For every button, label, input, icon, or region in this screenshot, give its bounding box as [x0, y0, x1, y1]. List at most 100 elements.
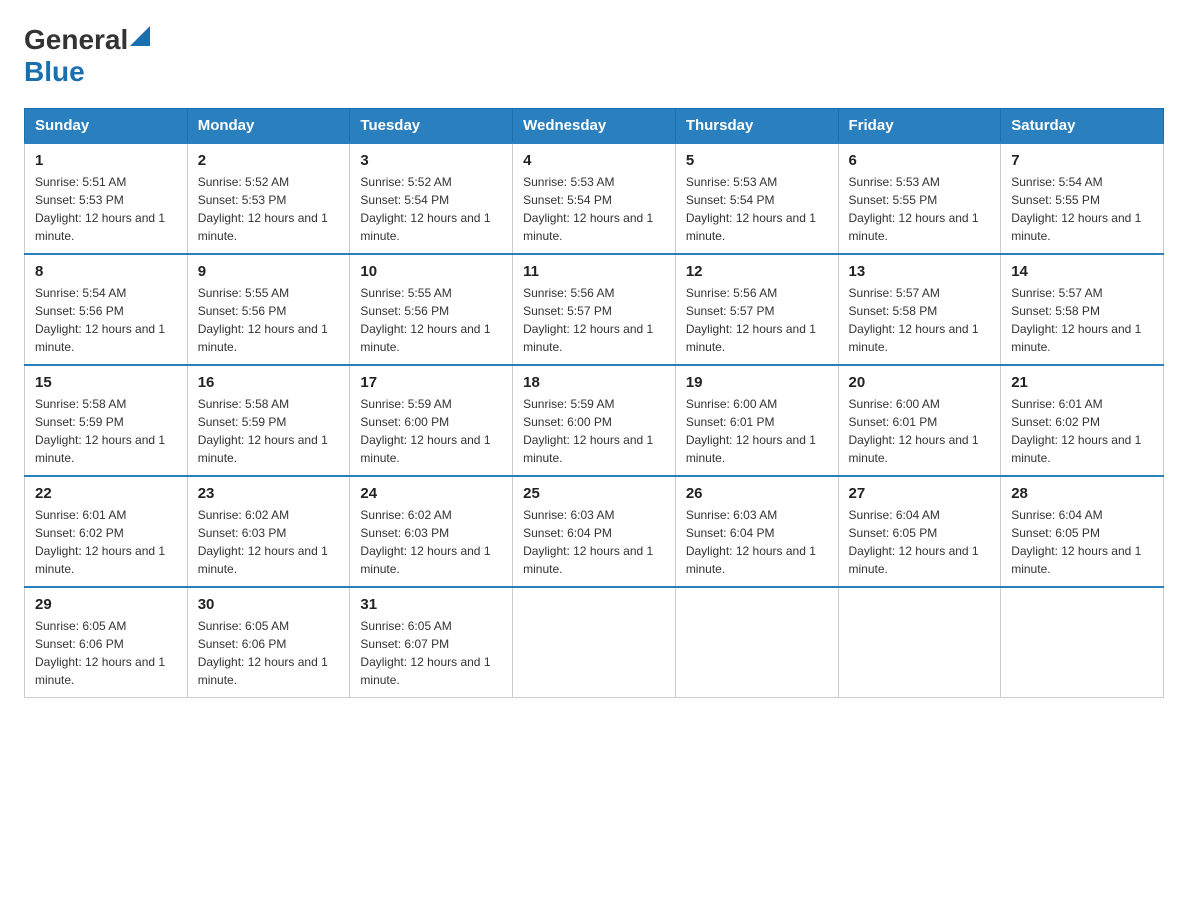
- logo-general-text: General: [24, 24, 128, 56]
- day-number: 15: [35, 374, 177, 391]
- day-info: Sunrise: 6:02 AMSunset: 6:03 PMDaylight:…: [198, 508, 328, 576]
- day-info: Sunrise: 5:55 AMSunset: 5:56 PMDaylight:…: [360, 286, 490, 354]
- day-number: 11: [523, 263, 665, 280]
- day-number: 10: [360, 263, 502, 280]
- day-number: 30: [198, 596, 340, 613]
- calendar-cell: 23 Sunrise: 6:02 AMSunset: 6:03 PMDaylig…: [187, 476, 350, 587]
- week-row-2: 8 Sunrise: 5:54 AMSunset: 5:56 PMDayligh…: [25, 254, 1164, 365]
- day-info: Sunrise: 6:04 AMSunset: 6:05 PMDaylight:…: [849, 508, 979, 576]
- calendar-cell: 19 Sunrise: 6:00 AMSunset: 6:01 PMDaylig…: [675, 365, 838, 476]
- calendar-cell: 1 Sunrise: 5:51 AMSunset: 5:53 PMDayligh…: [25, 143, 188, 254]
- page-header: General Blue: [24, 24, 1164, 88]
- day-number: 13: [849, 263, 991, 280]
- calendar-cell: 24 Sunrise: 6:02 AMSunset: 6:03 PMDaylig…: [350, 476, 513, 587]
- day-info: Sunrise: 6:05 AMSunset: 6:06 PMDaylight:…: [35, 619, 165, 687]
- header-thursday: Thursday: [675, 109, 838, 144]
- header-friday: Friday: [838, 109, 1001, 144]
- day-number: 12: [686, 263, 828, 280]
- calendar-cell: 4 Sunrise: 5:53 AMSunset: 5:54 PMDayligh…: [513, 143, 676, 254]
- calendar-cell: 14 Sunrise: 5:57 AMSunset: 5:58 PMDaylig…: [1001, 254, 1164, 365]
- calendar-table: SundayMondayTuesdayWednesdayThursdayFrid…: [24, 108, 1164, 698]
- header-sunday: Sunday: [25, 109, 188, 144]
- day-number: 26: [686, 485, 828, 502]
- day-info: Sunrise: 5:55 AMSunset: 5:56 PMDaylight:…: [198, 286, 328, 354]
- week-row-1: 1 Sunrise: 5:51 AMSunset: 5:53 PMDayligh…: [25, 143, 1164, 254]
- day-number: 29: [35, 596, 177, 613]
- calendar-cell: 13 Sunrise: 5:57 AMSunset: 5:58 PMDaylig…: [838, 254, 1001, 365]
- day-number: 16: [198, 374, 340, 391]
- calendar-cell: [838, 587, 1001, 698]
- day-info: Sunrise: 5:58 AMSunset: 5:59 PMDaylight:…: [198, 397, 328, 465]
- calendar-cell: [675, 587, 838, 698]
- calendar-cell: 21 Sunrise: 6:01 AMSunset: 6:02 PMDaylig…: [1001, 365, 1164, 476]
- calendar-cell: 27 Sunrise: 6:04 AMSunset: 6:05 PMDaylig…: [838, 476, 1001, 587]
- day-info: Sunrise: 6:05 AMSunset: 6:07 PMDaylight:…: [360, 619, 490, 687]
- day-info: Sunrise: 6:00 AMSunset: 6:01 PMDaylight:…: [686, 397, 816, 465]
- calendar-cell: 11 Sunrise: 5:56 AMSunset: 5:57 PMDaylig…: [513, 254, 676, 365]
- day-info: Sunrise: 6:05 AMSunset: 6:06 PMDaylight:…: [198, 619, 328, 687]
- day-info: Sunrise: 6:04 AMSunset: 6:05 PMDaylight:…: [1011, 508, 1141, 576]
- day-info: Sunrise: 5:53 AMSunset: 5:55 PMDaylight:…: [849, 175, 979, 243]
- day-info: Sunrise: 5:51 AMSunset: 5:53 PMDaylight:…: [35, 175, 165, 243]
- week-row-4: 22 Sunrise: 6:01 AMSunset: 6:02 PMDaylig…: [25, 476, 1164, 587]
- day-number: 21: [1011, 374, 1153, 391]
- calendar-cell: 2 Sunrise: 5:52 AMSunset: 5:53 PMDayligh…: [187, 143, 350, 254]
- day-number: 24: [360, 485, 502, 502]
- day-info: Sunrise: 5:54 AMSunset: 5:56 PMDaylight:…: [35, 286, 165, 354]
- day-info: Sunrise: 5:52 AMSunset: 5:53 PMDaylight:…: [198, 175, 328, 243]
- calendar-cell: 28 Sunrise: 6:04 AMSunset: 6:05 PMDaylig…: [1001, 476, 1164, 587]
- day-info: Sunrise: 6:03 AMSunset: 6:04 PMDaylight:…: [523, 508, 653, 576]
- calendar-cell: 29 Sunrise: 6:05 AMSunset: 6:06 PMDaylig…: [25, 587, 188, 698]
- day-info: Sunrise: 5:59 AMSunset: 6:00 PMDaylight:…: [360, 397, 490, 465]
- day-number: 18: [523, 374, 665, 391]
- calendar-cell: 16 Sunrise: 5:58 AMSunset: 5:59 PMDaylig…: [187, 365, 350, 476]
- day-number: 20: [849, 374, 991, 391]
- calendar-cell: 17 Sunrise: 5:59 AMSunset: 6:00 PMDaylig…: [350, 365, 513, 476]
- calendar-header-row: SundayMondayTuesdayWednesdayThursdayFrid…: [25, 109, 1164, 144]
- day-number: 4: [523, 152, 665, 169]
- calendar-cell: 31 Sunrise: 6:05 AMSunset: 6:07 PMDaylig…: [350, 587, 513, 698]
- calendar-cell: 25 Sunrise: 6:03 AMSunset: 6:04 PMDaylig…: [513, 476, 676, 587]
- calendar-cell: 5 Sunrise: 5:53 AMSunset: 5:54 PMDayligh…: [675, 143, 838, 254]
- header-monday: Monday: [187, 109, 350, 144]
- header-wednesday: Wednesday: [513, 109, 676, 144]
- day-info: Sunrise: 6:00 AMSunset: 6:01 PMDaylight:…: [849, 397, 979, 465]
- day-info: Sunrise: 5:57 AMSunset: 5:58 PMDaylight:…: [1011, 286, 1141, 354]
- day-number: 31: [360, 596, 502, 613]
- day-number: 8: [35, 263, 177, 280]
- day-info: Sunrise: 5:54 AMSunset: 5:55 PMDaylight:…: [1011, 175, 1141, 243]
- day-info: Sunrise: 6:02 AMSunset: 6:03 PMDaylight:…: [360, 508, 490, 576]
- day-info: Sunrise: 6:03 AMSunset: 6:04 PMDaylight:…: [686, 508, 816, 576]
- day-number: 5: [686, 152, 828, 169]
- day-info: Sunrise: 6:01 AMSunset: 6:02 PMDaylight:…: [35, 508, 165, 576]
- calendar-cell: 26 Sunrise: 6:03 AMSunset: 6:04 PMDaylig…: [675, 476, 838, 587]
- day-info: Sunrise: 5:59 AMSunset: 6:00 PMDaylight:…: [523, 397, 653, 465]
- day-info: Sunrise: 5:53 AMSunset: 5:54 PMDaylight:…: [686, 175, 816, 243]
- calendar-cell: [1001, 587, 1164, 698]
- day-number: 25: [523, 485, 665, 502]
- day-info: Sunrise: 5:53 AMSunset: 5:54 PMDaylight:…: [523, 175, 653, 243]
- logo-triangle-icon: [130, 26, 150, 46]
- calendar-cell: 9 Sunrise: 5:55 AMSunset: 5:56 PMDayligh…: [187, 254, 350, 365]
- calendar-cell: 18 Sunrise: 5:59 AMSunset: 6:00 PMDaylig…: [513, 365, 676, 476]
- day-number: 7: [1011, 152, 1153, 169]
- header-tuesday: Tuesday: [350, 109, 513, 144]
- calendar-cell: 6 Sunrise: 5:53 AMSunset: 5:55 PMDayligh…: [838, 143, 1001, 254]
- calendar-cell: 15 Sunrise: 5:58 AMSunset: 5:59 PMDaylig…: [25, 365, 188, 476]
- calendar-cell: 22 Sunrise: 6:01 AMSunset: 6:02 PMDaylig…: [25, 476, 188, 587]
- day-number: 6: [849, 152, 991, 169]
- day-info: Sunrise: 6:01 AMSunset: 6:02 PMDaylight:…: [1011, 397, 1141, 465]
- day-number: 2: [198, 152, 340, 169]
- day-info: Sunrise: 5:57 AMSunset: 5:58 PMDaylight:…: [849, 286, 979, 354]
- day-number: 17: [360, 374, 502, 391]
- day-info: Sunrise: 5:58 AMSunset: 5:59 PMDaylight:…: [35, 397, 165, 465]
- day-number: 22: [35, 485, 177, 502]
- day-info: Sunrise: 5:56 AMSunset: 5:57 PMDaylight:…: [686, 286, 816, 354]
- calendar-cell: 7 Sunrise: 5:54 AMSunset: 5:55 PMDayligh…: [1001, 143, 1164, 254]
- week-row-5: 29 Sunrise: 6:05 AMSunset: 6:06 PMDaylig…: [25, 587, 1164, 698]
- calendar-cell: 3 Sunrise: 5:52 AMSunset: 5:54 PMDayligh…: [350, 143, 513, 254]
- logo: General Blue: [24, 24, 150, 88]
- day-number: 28: [1011, 485, 1153, 502]
- calendar-cell: 12 Sunrise: 5:56 AMSunset: 5:57 PMDaylig…: [675, 254, 838, 365]
- week-row-3: 15 Sunrise: 5:58 AMSunset: 5:59 PMDaylig…: [25, 365, 1164, 476]
